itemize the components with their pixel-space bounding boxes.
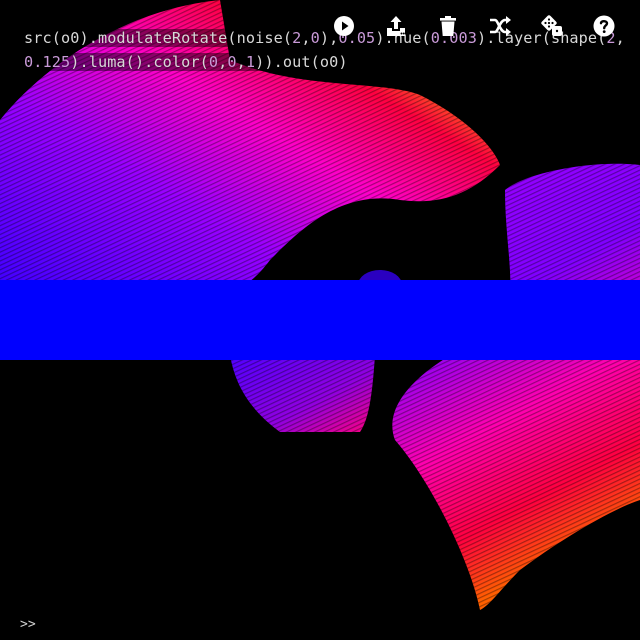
code-token: ,: [236, 53, 246, 71]
code-token: src(o0).modulateRotate(noise(: [24, 29, 293, 47]
code-number-token: 0.125: [24, 53, 71, 71]
hydra-stage: src(o0).modulateRotate(noise(2,0),0.05).…: [0, 0, 640, 640]
shuffle-button[interactable]: [474, 12, 526, 40]
upload-icon: [387, 16, 405, 36]
code-number-token: 1: [245, 53, 256, 71]
toolbar: [318, 12, 630, 40]
play-icon: [334, 16, 354, 36]
trash-icon: [440, 16, 456, 36]
code-number-token: 0: [208, 53, 219, 71]
blue-band: [0, 280, 640, 360]
visual-output-canvas[interactable]: [0, 0, 640, 640]
run-button[interactable]: [318, 12, 370, 40]
shuffle-icon: [490, 16, 511, 36]
code-number-token: 2: [292, 29, 302, 47]
code-token: ,: [301, 29, 311, 47]
console-prompt[interactable]: >>: [20, 617, 36, 632]
code-token: )).out(o0): [255, 53, 348, 71]
share-button[interactable]: [370, 12, 422, 40]
dice-icon: [541, 15, 562, 36]
clear-button[interactable]: [422, 12, 474, 40]
help-button[interactable]: [578, 12, 630, 40]
code-token: ).luma().color(: [70, 53, 209, 71]
code-number-token: 0: [227, 53, 237, 71]
help-icon: [593, 15, 615, 37]
random-button[interactable]: [526, 12, 578, 40]
code-token: ,: [218, 53, 228, 71]
